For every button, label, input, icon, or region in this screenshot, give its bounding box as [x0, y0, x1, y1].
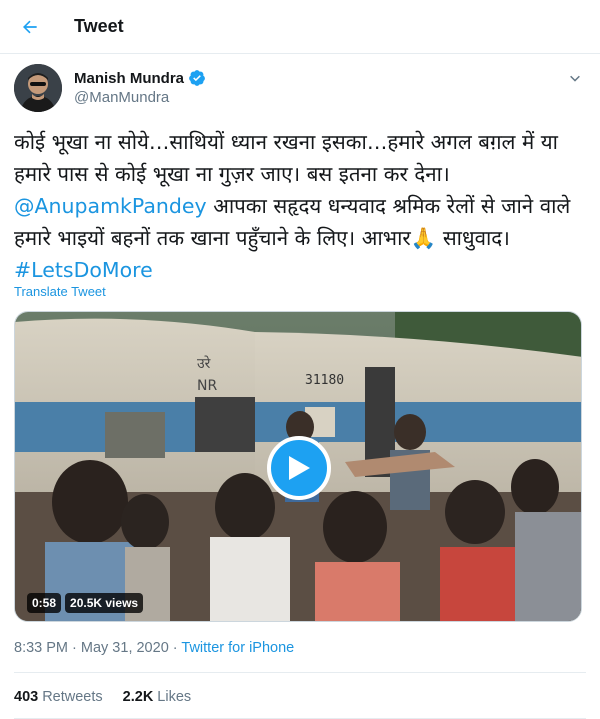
coach-marking: उरे	[197, 355, 211, 372]
tweet-meta: 8:33 PM · May 31, 2020 · Twitter for iPh…	[14, 640, 294, 656]
divider	[14, 672, 586, 673]
retweets-label: Retweets	[42, 689, 103, 705]
retweets-count: 403	[14, 689, 39, 705]
video-view-count: 20.5K views	[65, 593, 144, 613]
chevron-down-icon[interactable]	[566, 70, 584, 88]
page-header: Tweet	[0, 0, 600, 54]
tweet-stats: 403 Retweets 2.2K Likes	[14, 689, 191, 705]
coach-number: 31180	[305, 373, 344, 388]
tweet-text: कोई भूखा ना सोये…साथियों ध्यान रखना इसका…	[14, 126, 586, 286]
verified-badge-icon	[189, 70, 205, 86]
mention-link[interactable]: @AnupamkPandey	[14, 194, 207, 218]
tweet-time[interactable]: 8:33 PM	[14, 640, 68, 656]
tweet-source-link[interactable]: Twitter for iPhone	[181, 640, 294, 656]
coach-marking-nr: NR	[197, 378, 217, 394]
author-name-text: Manish Mundra	[74, 69, 185, 87]
play-button[interactable]	[267, 436, 331, 500]
play-icon	[289, 456, 310, 480]
tweet-author: Manish Mundra @ManMundra	[14, 64, 586, 114]
tweet-text-part1: कोई भूखा ना सोये…साथियों ध्यान रखना इसका…	[14, 130, 558, 186]
tweet-date[interactable]: May 31, 2020	[81, 640, 169, 656]
hashtag-link[interactable]: #LetsDoMore	[14, 258, 153, 282]
avatar[interactable]	[14, 64, 62, 112]
video-badges: 0:58 20.5K views	[27, 593, 144, 613]
retweets-stat[interactable]: 403 Retweets	[14, 689, 103, 705]
translate-tweet-link[interactable]: Translate Tweet	[14, 284, 106, 299]
arrow-left-icon	[23, 20, 37, 34]
back-button[interactable]	[14, 11, 46, 43]
video-duration: 0:58	[27, 593, 62, 613]
author-handle[interactable]: @ManMundra	[74, 89, 169, 106]
likes-stat[interactable]: 2.2K Likes	[123, 689, 192, 705]
author-name[interactable]: Manish Mundra	[74, 69, 206, 87]
meta-separator: ·	[68, 640, 81, 656]
likes-label: Likes	[157, 689, 192, 705]
video-player[interactable]: 31180 उरे NR 0:58 20.5K views	[14, 311, 582, 622]
meta-separator: ·	[168, 640, 182, 656]
likes-count: 2.2K	[122, 689, 154, 705]
page-title: Tweet	[74, 16, 124, 36]
